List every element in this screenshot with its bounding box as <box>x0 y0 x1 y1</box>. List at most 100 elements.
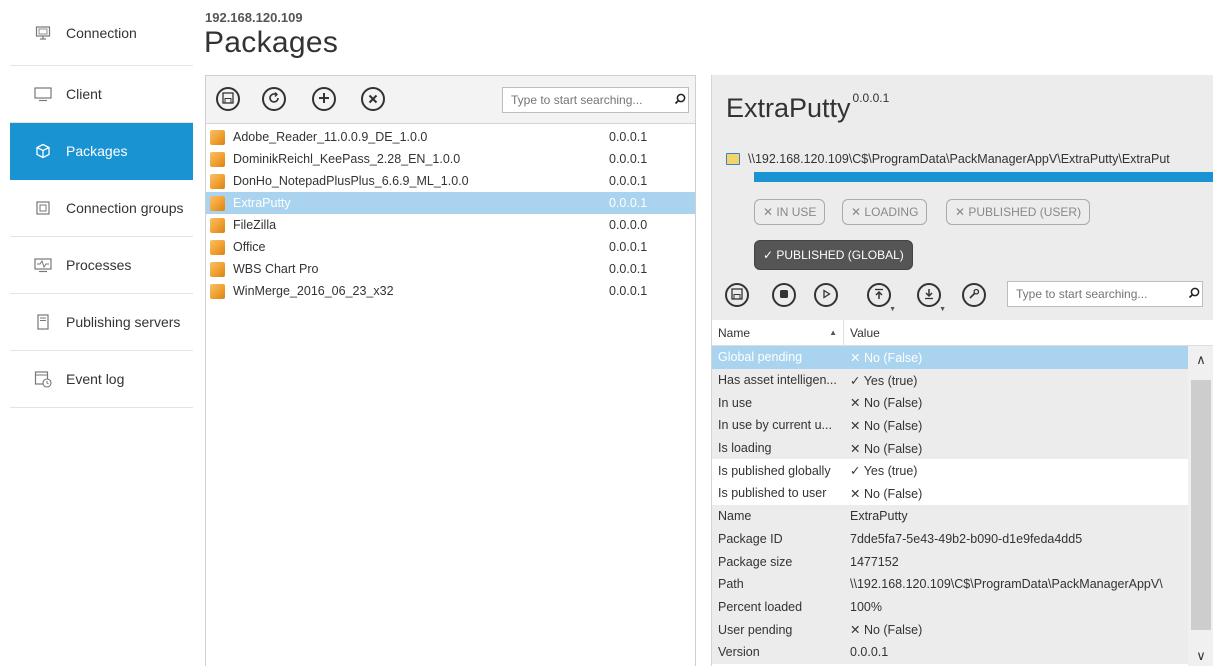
sidebar-item-label: Client <box>66 86 102 102</box>
search-icon[interactable] <box>1186 287 1202 302</box>
stop-icon <box>779 289 789 302</box>
sidebar-item-label: Packages <box>66 143 128 159</box>
publish-button[interactable]: ▼ <box>867 283 896 313</box>
sidebar-item-event-log[interactable]: Event log <box>10 351 193 408</box>
scroll-up-icon[interactable]: ∧ <box>1188 352 1213 368</box>
package-icon <box>210 217 225 233</box>
package-icon <box>210 239 225 255</box>
screen-icon <box>34 85 52 103</box>
groups-icon <box>34 199 52 217</box>
refresh-icon <box>267 91 281 107</box>
package-path: \\192.168.120.109\C$\ProgramData\PackMan… <box>726 152 1170 166</box>
package-list: Adobe_Reader_11.0.0.9_DE_1.0.0 0.0.0.1 Do… <box>206 124 695 302</box>
package-icon <box>210 283 225 299</box>
package-search-input[interactable] <box>503 93 672 107</box>
package-icon <box>210 173 225 189</box>
play-button[interactable] <box>814 283 838 307</box>
package-row[interactable]: WinMerge_2016_06_23_x32 0.0.0.1 <box>206 280 695 302</box>
property-row[interactable]: In use by current u... ✕ No (False) <box>712 414 1213 437</box>
cube-icon <box>34 142 52 160</box>
sidebar-item-connection[interactable]: Connection <box>10 0 193 66</box>
package-icon <box>210 195 225 211</box>
property-row[interactable]: In use ✕ No (False) <box>712 391 1213 415</box>
package-row[interactable]: DominikReichl_KeePass_2.28_EN_1.0.0 0.0.0… <box>206 148 695 170</box>
property-search-input[interactable] <box>1008 287 1186 301</box>
sidebar: Connection Client Packages Connection gr… <box>0 0 193 666</box>
settings-button[interactable] <box>962 283 986 307</box>
detail-version: 0.0.0.1 <box>852 91 890 105</box>
package-row[interactable]: Office 0.0.0.1 <box>206 236 695 258</box>
package-icon <box>210 151 225 167</box>
refresh-button[interactable] <box>262 87 286 111</box>
dropdown-caret-icon: ▼ <box>939 306 946 313</box>
package-list-panel: Adobe_Reader_11.0.0.9_DE_1.0.00.0.0.1 Do… <box>205 75 696 666</box>
play-icon <box>821 288 831 302</box>
package-icon <box>210 261 225 277</box>
property-row[interactable]: Version 0.0.0.1 <box>712 640 1213 664</box>
search-icon[interactable] <box>672 93 688 108</box>
save-button[interactable] <box>216 87 240 111</box>
stop-button[interactable] <box>772 283 796 307</box>
property-grid: Name ▲ Value Global pending ✕ No (False) … <box>712 319 1213 666</box>
property-search-box <box>1007 281 1203 307</box>
sort-ascending-icon: ▲ <box>829 328 837 337</box>
package-toolbar <box>206 76 695 124</box>
property-row[interactable]: User pending ✕ No (False) <box>712 618 1213 641</box>
sidebar-item-publishing-servers[interactable]: Publishing servers <box>10 294 193 351</box>
package-path-text: \\192.168.120.109\C$\ProgramData\PackMan… <box>748 152 1170 166</box>
package-icon <box>210 129 225 145</box>
sidebar-item-connection-groups[interactable]: Connection groups <box>10 180 193 237</box>
property-row[interactable]: Name ExtraPutty <box>712 504 1213 528</box>
status-in-use: ✕ IN USE <box>754 199 826 225</box>
monitor-icon <box>34 24 52 42</box>
floppy-icon <box>731 287 743 303</box>
sidebar-item-label: Event log <box>66 371 125 387</box>
package-row[interactable]: Adobe_Reader_11.0.0.9_DE_1.0.0 0.0.0.1 <box>206 126 695 148</box>
package-search-box <box>502 87 689 113</box>
property-row[interactable]: Is published globally ✓ Yes (true) <box>712 459 1213 483</box>
column-header-value[interactable]: Value <box>844 326 880 340</box>
scroll-down-icon[interactable]: ∨ <box>1188 648 1213 664</box>
remove-package-button[interactable] <box>361 87 385 111</box>
package-row[interactable]: DonHo_NotepadPlusPlus_6.6.9_ML_1.0.0 0.0.… <box>206 170 695 192</box>
sidebar-item-packages[interactable]: Packages <box>10 123 193 180</box>
floppy-icon <box>222 92 234 106</box>
download-icon <box>923 288 935 303</box>
package-detail-panel: ExtraPutty 0.0.0.1 \\192.168.120.109\C$\P… <box>711 75 1213 666</box>
folder-icon <box>726 153 740 165</box>
property-row[interactable]: Package size 1477152 <box>712 550 1213 573</box>
wrench-icon <box>968 288 980 303</box>
sidebar-item-processes[interactable]: Processes <box>10 237 193 294</box>
package-row[interactable]: WBS Chart Pro 0.0.0.1 <box>206 258 695 280</box>
event-log-icon <box>34 370 52 388</box>
sidebar-item-client[interactable]: Client <box>10 66 193 123</box>
package-row-selected[interactable]: ExtraPutty 0.0.0.1 <box>206 192 695 214</box>
scrollbar-thumb[interactable] <box>1191 380 1211 630</box>
property-row[interactable]: Percent loaded 100% <box>712 595 1213 619</box>
property-row[interactable]: Path \\192.168.120.109\C$\ProgramData\Pac… <box>712 572 1213 596</box>
sidebar-item-label: Connection <box>66 24 137 41</box>
save-detail-button[interactable] <box>725 283 749 307</box>
sidebar-item-label: Publishing servers <box>66 314 181 330</box>
add-package-button[interactable] <box>312 87 336 111</box>
property-row[interactable]: Is loading ✕ No (False) <box>712 436 1213 460</box>
package-row[interactable]: FileZilla 0.0.0.0 <box>206 214 695 236</box>
status-published-global: ✓ PUBLISHED (GLOBAL) <box>754 240 913 270</box>
property-row[interactable]: Has asset intelligen... ✓ Yes (true) <box>712 368 1213 392</box>
close-icon <box>368 92 378 106</box>
server-icon <box>34 313 52 331</box>
status-published-user: ✕ PUBLISHED (USER) <box>946 199 1091 225</box>
column-header-name[interactable]: Name ▲ <box>712 319 844 346</box>
dropdown-caret-icon: ▼ <box>889 306 896 313</box>
status-loading: ✕ LOADING <box>842 199 928 225</box>
pulse-icon <box>34 256 52 274</box>
host-address: 192.168.120.109 <box>205 10 303 25</box>
sidebar-item-label: Connection groups <box>66 200 184 216</box>
property-row-selected[interactable]: Global pending ✕ No (False) <box>712 346 1213 369</box>
property-grid-scrollbar[interactable]: ∧ ∨ <box>1188 346 1213 666</box>
sidebar-item-label: Processes <box>66 257 132 273</box>
property-row[interactable]: Is published to user ✕ No (False) <box>712 482 1213 505</box>
load-progress-bar <box>754 172 1213 182</box>
property-row[interactable]: Package ID 7dde5fa7-5e43-49b2-b090-d1e9fe… <box>712 527 1213 551</box>
unpublish-button[interactable]: ▼ <box>917 283 946 313</box>
